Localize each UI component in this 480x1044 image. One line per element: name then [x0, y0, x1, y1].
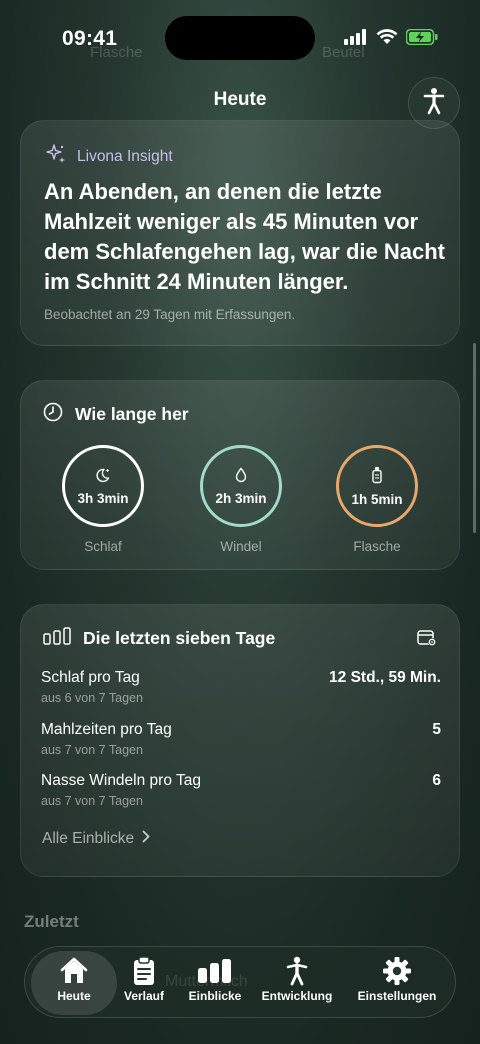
- since-item-diaper[interactable]: 2h 3min Windel: [181, 445, 301, 554]
- ghost-tab-left: Flasche: [90, 44, 143, 61]
- bar-chart-icon: [197, 955, 233, 987]
- bar-chart-icon: [43, 627, 71, 650]
- tab-einblicke[interactable]: Einblicke: [181, 951, 249, 1015]
- tab-label: Heute: [57, 989, 91, 1003]
- bottle-ring: 1h 5min: [336, 445, 418, 527]
- tab-label: Entwicklung: [261, 989, 333, 1003]
- stat-subtitle: aus 7 von 7 Tagen: [41, 743, 143, 757]
- time-since-header: Wie lange her: [43, 402, 189, 427]
- drop-icon: [234, 466, 248, 488]
- clipboard-icon: [132, 955, 156, 987]
- stat-subtitle: aus 6 von 7 Tagen: [41, 691, 143, 705]
- tab-entwicklung[interactable]: Entwicklung: [255, 951, 339, 1015]
- calendar-gear-icon: [417, 630, 437, 651]
- insight-label: Livona Insight: [77, 147, 173, 165]
- time-since-title: Wie lange her: [75, 404, 189, 424]
- clock-icon: [43, 402, 63, 427]
- background-segment: Flasche Beutel: [0, 44, 480, 68]
- stat-value: 6: [432, 772, 441, 789]
- stat-row-wet-diapers: Nasse Windeln pro Tag aus 7 von 7 Tagen …: [41, 772, 441, 808]
- bottle-ring-value: 1h 5min: [351, 491, 403, 507]
- stat-subtitle: aus 7 von 7 Tagen: [41, 794, 143, 808]
- all-insights-link[interactable]: Alle Einblicke: [42, 830, 150, 848]
- calendar-settings-button[interactable]: [417, 629, 437, 652]
- insight-header: Livona Insight: [45, 143, 173, 170]
- house-icon: [59, 955, 89, 987]
- tab-label: Einstellungen: [357, 989, 437, 1003]
- bottle-ring-label: Flasche: [353, 539, 401, 554]
- scroll-indicator[interactable]: [473, 343, 476, 533]
- stat-name: Mahlzeiten pro Tag: [41, 721, 172, 738]
- figure-icon: [285, 955, 309, 987]
- week-title: Die letzten sieben Tage: [83, 628, 276, 648]
- tab-label: Einblicke: [188, 989, 242, 1003]
- stat-row-sleep: Schlaf pro Tag aus 6 von 7 Tagen 12 Std.…: [41, 669, 441, 705]
- stat-value: 12 Std., 59 Min.: [329, 669, 441, 686]
- since-item-bottle[interactable]: 1h 5min Flasche: [317, 445, 437, 554]
- sleep-ring: 3h 3min: [62, 445, 144, 527]
- ghost-tab-right: Beutel: [322, 44, 365, 61]
- chevron-right-icon: [142, 830, 150, 848]
- sleep-ring-value: 3h 3min: [77, 490, 129, 506]
- last-seven-days-card: Die letzten sieben Tage Schlaf pro Tag a…: [20, 604, 460, 877]
- moon-icon: [95, 467, 111, 488]
- tab-heute[interactable]: Heute: [31, 951, 117, 1015]
- stat-name: Nasse Windeln pro Tag: [41, 772, 201, 789]
- diaper-ring-label: Windel: [220, 539, 262, 554]
- insight-card[interactable]: Livona Insight An Abenden, an denen die …: [20, 120, 460, 346]
- bottle-icon: [371, 466, 383, 489]
- diaper-ring: 2h 3min: [200, 445, 282, 527]
- week-header: Die letzten sieben Tage: [43, 627, 275, 650]
- time-since-card: Wie lange her 3h 3min Schlaf 2h 3min Win…: [20, 380, 460, 570]
- accessibility-icon: [422, 87, 446, 120]
- insight-text: An Abenden, an denen die letzte Mahlzeit…: [44, 179, 445, 294]
- sparkle-icon: [45, 143, 67, 170]
- diaper-ring-value: 2h 3min: [215, 490, 267, 506]
- insight-footnote: Beobachtet an 29 Tagen mit Erfassungen.: [44, 307, 296, 322]
- tab-bar: Muttermilch Heute Verlauf Einblicke Entw…: [24, 946, 456, 1018]
- tab-label: Verlauf: [123, 989, 165, 1003]
- status-bar: 09:41: [0, 0, 480, 80]
- tab-einstellungen[interactable]: Einstellungen: [349, 951, 445, 1015]
- all-insights-label: Alle Einblicke: [42, 830, 135, 847]
- stat-value: 5: [432, 721, 441, 738]
- tab-verlauf[interactable]: Verlauf: [117, 951, 171, 1015]
- gear-icon: [382, 955, 412, 987]
- stat-row-meals: Mahlzeiten pro Tag aus 7 von 7 Tagen 5: [41, 721, 441, 757]
- since-item-sleep[interactable]: 3h 3min Schlaf: [43, 445, 163, 554]
- sleep-ring-label: Schlaf: [84, 539, 122, 554]
- recent-section-title: Zuletzt: [24, 912, 79, 931]
